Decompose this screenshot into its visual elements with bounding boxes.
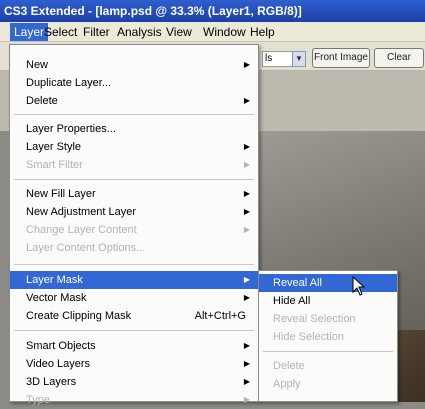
menu-separator: [14, 114, 254, 115]
menu-item-new-adjustment-layer[interactable]: New Adjustment Layer ▶: [10, 203, 258, 221]
submenu-item-hide-all[interactable]: Hide All: [259, 292, 397, 310]
menu-item-3d-layers[interactable]: 3D Layers ▶: [10, 373, 258, 391]
menu-separator: [14, 330, 254, 331]
submenu-arrow-icon: ▶: [243, 96, 250, 105]
menu-item-smart-filter: Smart Filter ▶: [10, 156, 258, 174]
menu-item-layer-properties[interactable]: Layer Properties...: [10, 120, 258, 138]
clear-button[interactable]: Clear: [374, 48, 424, 68]
submenu-arrow-icon: ▶: [243, 160, 250, 169]
menu-item-type: Type ▶: [10, 391, 258, 409]
menu-filter[interactable]: Filter: [83, 22, 110, 42]
submenu-arrow-icon: ▶: [243, 189, 250, 198]
menu-item-video-layers[interactable]: Video Layers ▶: [10, 355, 258, 373]
window-title: CS3 Extended - [lamp.psd @ 33.3% (Layer1…: [4, 4, 302, 18]
menu-item-layer-content-options: Layer Content Options...: [26, 242, 146, 254]
submenu-arrow-icon: ▶: [243, 225, 250, 234]
submenu-arrow-icon: ▶: [243, 60, 250, 69]
submenu-arrow-icon: ▶: [243, 275, 250, 284]
menu-separator: [263, 351, 393, 352]
submenu-item-reveal-selection: Reveal Selection: [273, 313, 356, 325]
menu-separator: [14, 264, 254, 265]
menu-analysis[interactable]: Analysis: [117, 22, 162, 42]
menu-item-new[interactable]: New ▶: [10, 56, 258, 74]
menu-separator: [14, 179, 254, 180]
menu-item-change-layer-content: Change Layer Content ▶: [10, 221, 258, 239]
options-field[interactable]: ls: [262, 51, 294, 67]
menu-item-new-fill-layer[interactable]: New Fill Layer ▶: [10, 185, 258, 203]
menu-help[interactable]: Help: [250, 22, 275, 42]
mouse-cursor-icon: [352, 276, 366, 296]
menu-item-create-clipping-mask[interactable]: Create Clipping Mask Alt+Ctrl+G: [10, 307, 258, 325]
submenu-arrow-icon: ▶: [243, 377, 250, 386]
submenu-item-delete: Delete: [273, 360, 305, 372]
menu-bar: Layer Select Filter Analysis View Window…: [0, 22, 425, 42]
submenu-arrow-icon: ▶: [243, 359, 250, 368]
shortcut-label: Alt+Ctrl+G: [194, 310, 246, 322]
menu-item-vector-mask[interactable]: Vector Mask ▶: [10, 289, 258, 307]
menu-item-layer-style[interactable]: Layer Style ▶: [10, 138, 258, 156]
submenu-item-hide-selection: Hide Selection: [273, 331, 344, 343]
submenu-item-reveal-all[interactable]: Reveal All: [259, 274, 397, 292]
menu-item-smart-objects[interactable]: Smart Objects ▶: [10, 337, 258, 355]
menu-item-delete[interactable]: Delete ▶: [10, 92, 258, 110]
submenu-arrow-icon: ▶: [243, 293, 250, 302]
title-bar: CS3 Extended - [lamp.psd @ 33.3% (Layer1…: [0, 0, 425, 22]
submenu-arrow-icon: ▶: [243, 341, 250, 350]
menu-layer[interactable]: Layer: [10, 23, 49, 41]
layer-menu: New ▶ Duplicate Layer... Delete ▶ Layer …: [9, 44, 259, 406]
menu-window[interactable]: Window: [203, 22, 246, 42]
submenu-item-apply: Apply: [273, 378, 301, 390]
chevron-down-icon[interactable]: ▼: [292, 51, 306, 67]
submenu-arrow-icon: ▶: [243, 142, 250, 151]
layer-mask-submenu: Reveal All Hide All Reveal Selection Hid…: [258, 270, 398, 402]
menu-view[interactable]: View: [166, 22, 192, 42]
menu-item-layer-mask[interactable]: Layer Mask ▶: [10, 271, 258, 289]
menu-select[interactable]: Select: [44, 22, 77, 42]
submenu-arrow-icon: ▶: [243, 207, 250, 216]
submenu-arrow-icon: ▶: [243, 395, 250, 404]
front-image-button[interactable]: Front Image: [312, 48, 370, 68]
menu-item-duplicate-layer[interactable]: Duplicate Layer...: [10, 74, 258, 92]
